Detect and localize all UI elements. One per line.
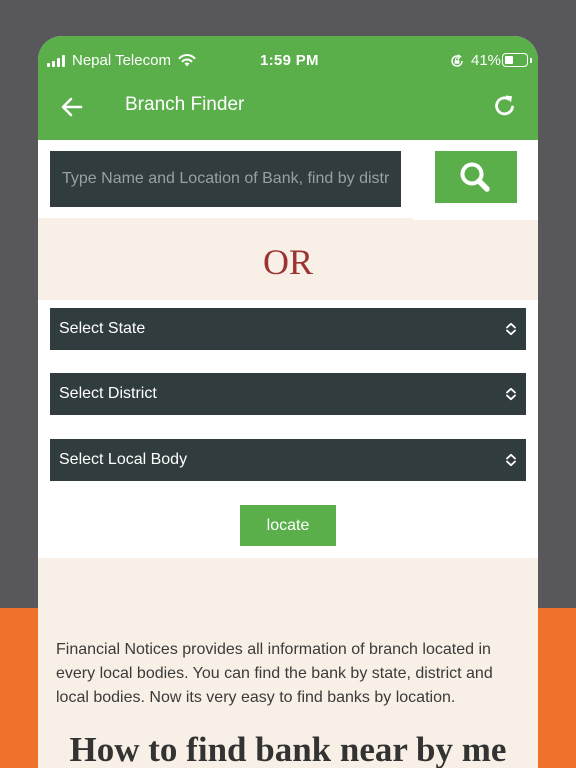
main-content: OR Select State Select District Select L… xyxy=(38,140,538,768)
select-district-dropdown[interactable]: Select District xyxy=(50,373,526,415)
search-button[interactable] xyxy=(435,151,517,203)
select-local-body-dropdown[interactable]: Select Local Body xyxy=(50,439,526,481)
refresh-button[interactable] xyxy=(493,93,517,119)
select-local-body-label: Select Local Body xyxy=(59,451,188,468)
select-state-label: Select State xyxy=(59,320,146,337)
chevron-up-down-icon xyxy=(506,453,516,467)
page-title: Branch Finder xyxy=(125,94,245,115)
refresh-icon xyxy=(495,95,514,116)
arrow-left-icon xyxy=(61,97,83,117)
battery-percentage: 41% xyxy=(471,52,502,69)
back-button[interactable] xyxy=(58,93,86,121)
select-state-dropdown[interactable]: Select State xyxy=(50,308,526,350)
or-divider: OR xyxy=(38,218,538,300)
select-district-label: Select District xyxy=(59,385,157,402)
info-heading: How to find bank near by me xyxy=(69,730,507,768)
search-icon xyxy=(460,162,490,192)
signal-strength-icon xyxy=(47,55,69,67)
carrier-name: Nepal Telecom xyxy=(72,52,171,69)
app-header: Nepal Telecom 1:59 PM 41% Branch Finder xyxy=(38,36,538,140)
info-description: Financial Notices provides all informati… xyxy=(56,641,493,706)
wifi-icon xyxy=(178,54,196,67)
info-section: Financial Notices provides all informati… xyxy=(38,558,538,768)
status-time: 1:59 PM xyxy=(260,52,319,69)
or-label: OR xyxy=(262,242,313,282)
locate-button[interactable]: locate xyxy=(240,505,336,546)
app-screen: Nepal Telecom 1:59 PM 41% Branch Finder … xyxy=(38,36,538,768)
status-bar: Nepal Telecom 1:59 PM 41% xyxy=(38,36,538,86)
chevron-up-down-icon xyxy=(506,387,516,401)
battery-icon xyxy=(502,53,532,67)
bank-search-input[interactable] xyxy=(50,151,401,207)
chevron-up-down-icon xyxy=(506,322,516,336)
rotation-lock-icon xyxy=(451,54,463,67)
